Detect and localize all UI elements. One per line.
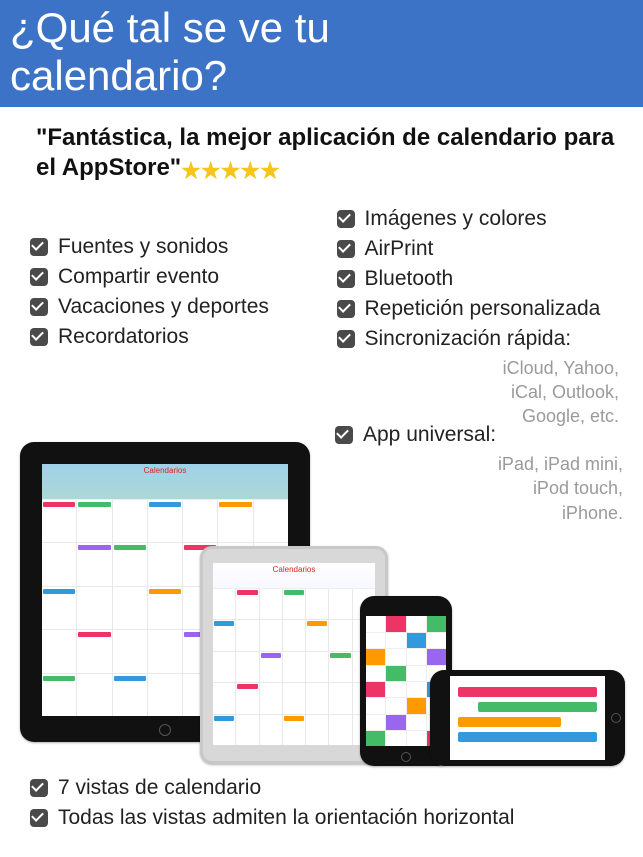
feature-item: AirPrint: [337, 234, 632, 264]
check-icon: [30, 238, 48, 256]
home-button-icon: [401, 752, 411, 762]
check-icon: [335, 426, 353, 444]
quote-text: "Fantástica, la mejor aplicación de cale…: [36, 124, 614, 181]
feature-label: Fuentes y sonidos: [58, 235, 228, 259]
features-columns: Fuentes y sonidos Compartir evento Vacac…: [0, 194, 643, 441]
banner-line-2: calendario?: [10, 52, 227, 99]
feature-item: Fuentes y sonidos: [30, 232, 325, 262]
check-icon: [337, 210, 355, 228]
feature-item: Recordatorios: [30, 322, 325, 352]
check-icon: [337, 270, 355, 288]
iphone-landscape-screen: [450, 676, 605, 760]
feature-label: Compartir evento: [58, 265, 219, 289]
feature-label: Recordatorios: [58, 325, 189, 349]
review-quote: "Fantástica, la mejor aplicación de cale…: [0, 107, 643, 194]
feature-label: Bluetooth: [365, 267, 454, 291]
feature-label: Imágenes y colores: [365, 207, 547, 231]
bottom-features: 7 vistas de calendario Todas las vistas …: [30, 773, 514, 833]
star-icon: ★: [181, 158, 201, 183]
home-button-icon: [159, 724, 171, 736]
star-icon: ★: [201, 158, 221, 183]
check-icon: [30, 809, 48, 827]
feature-label: Repetición personalizada: [365, 297, 601, 321]
feature-item: Repetición personalizada: [337, 294, 632, 324]
calendar-grid: [213, 589, 375, 746]
headline-banner: ¿Qué tal se ve tu calendario?: [0, 0, 643, 107]
calendar-header: Calendarios: [213, 563, 375, 588]
feature-label: 7 vistas de calendario: [58, 776, 261, 800]
check-icon: [30, 298, 48, 316]
feature-item: Vacaciones y deportes: [30, 292, 325, 322]
features-left-column: Fuentes y sonidos Compartir evento Vacac…: [30, 204, 325, 437]
feature-item: 7 vistas de calendario: [30, 773, 514, 803]
iphone-landscape-mockup: [430, 670, 625, 766]
feature-item: Bluetooth: [337, 264, 632, 294]
feature-item: Compartir evento: [30, 262, 325, 292]
check-icon: [337, 240, 355, 258]
feature-label: Sincronización rápida:: [365, 327, 572, 351]
home-button-icon: [611, 713, 621, 723]
device-mockups: Calendarios Calendarios: [0, 442, 643, 770]
check-icon: [30, 779, 48, 797]
feature-label: Vacaciones y deportes: [58, 295, 269, 319]
feature-item: Todas las vistas admiten la orientación …: [30, 803, 514, 833]
feature-label: Todas las vistas admiten la orientación …: [58, 806, 514, 830]
check-icon: [30, 268, 48, 286]
star-icon: ★: [240, 158, 260, 183]
star-icon: ★: [221, 158, 241, 183]
check-icon: [337, 330, 355, 348]
feature-item: Imágenes y colores: [337, 204, 632, 234]
star-icon: ★: [260, 158, 280, 183]
banner-line-1: ¿Qué tal se ve tu: [10, 4, 330, 51]
features-right-column: Imágenes y colores AirPrint Bluetooth Re…: [337, 204, 632, 437]
feature-item: Sincronización rápida:: [337, 324, 632, 354]
calendar-header: Calendarios: [42, 464, 288, 499]
ipad-mini-screen: Calendarios: [213, 563, 375, 745]
feature-label: AirPrint: [365, 237, 434, 261]
rating-stars: ★★★★★: [181, 156, 280, 186]
check-icon: [30, 328, 48, 346]
check-icon: [337, 300, 355, 318]
